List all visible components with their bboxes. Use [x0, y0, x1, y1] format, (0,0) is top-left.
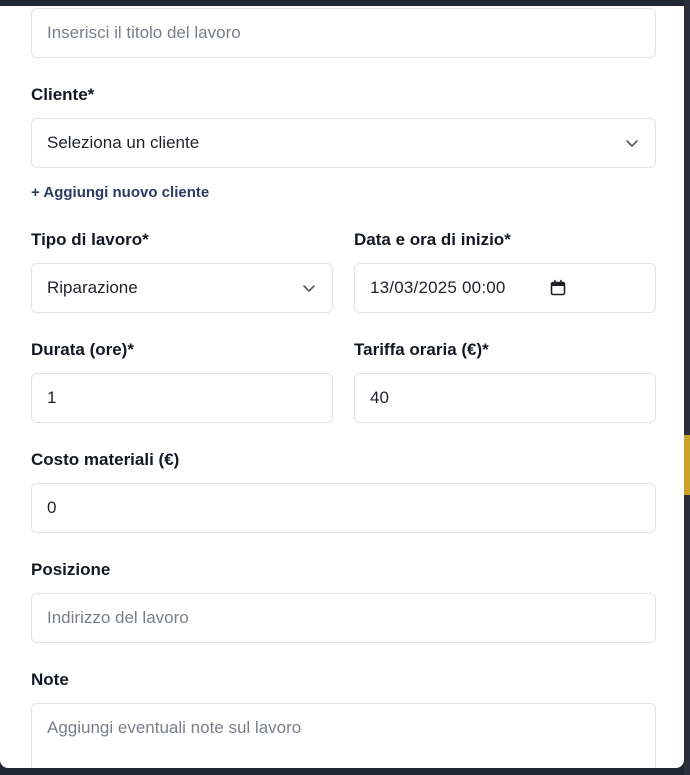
notes-label: Note	[31, 670, 69, 689]
start-datetime-label: Data e ora di inizio*	[354, 230, 511, 249]
job-type-select-value: Riparazione	[47, 278, 138, 297]
hourly-rate-input[interactable]	[370, 388, 640, 408]
client-select[interactable]: Seleziona un cliente	[31, 118, 656, 168]
hourly-rate-label: Tariffa oraria (€)*	[354, 340, 489, 359]
materials-cost-field[interactable]	[31, 483, 656, 533]
position-field[interactable]	[31, 593, 656, 643]
client-label: Cliente*	[31, 85, 95, 104]
add-new-client-link[interactable]: + Aggiungi nuovo cliente	[31, 184, 209, 201]
notes-textarea[interactable]: Aggiungi eventuali note sul lavoro	[31, 703, 656, 768]
start-datetime-input[interactable]: 13/03/2025 00:00	[354, 263, 656, 313]
job-type-select[interactable]: Riparazione	[31, 263, 333, 313]
client-select-value: Seleziona un cliente	[47, 133, 200, 152]
background-accent	[684, 435, 690, 495]
materials-cost-label: Costo materiali (€)	[31, 450, 180, 469]
hourly-rate-field[interactable]	[354, 373, 656, 423]
position-label: Posizione	[31, 560, 111, 579]
title-field[interactable]	[31, 8, 656, 58]
notes-placeholder: Aggiungi eventuali note sul lavoro	[47, 718, 302, 737]
job-form-panel: Cliente* Seleziona un cliente + Aggiungi…	[0, 6, 684, 768]
background-edge	[684, 0, 690, 775]
duration-field[interactable]	[31, 373, 333, 423]
job-type-label: Tipo di lavoro*	[31, 230, 149, 249]
position-input[interactable]	[47, 608, 640, 628]
duration-input[interactable]	[47, 388, 317, 408]
chevron-down-icon	[303, 285, 315, 292]
duration-label: Durata (ore)*	[31, 340, 134, 359]
title-input[interactable]	[47, 23, 640, 43]
chevron-down-icon	[626, 140, 638, 147]
calendar-icon[interactable]	[549, 279, 567, 297]
materials-cost-input[interactable]	[47, 498, 640, 518]
start-datetime-value: 13/03/2025 00:00	[370, 278, 506, 297]
